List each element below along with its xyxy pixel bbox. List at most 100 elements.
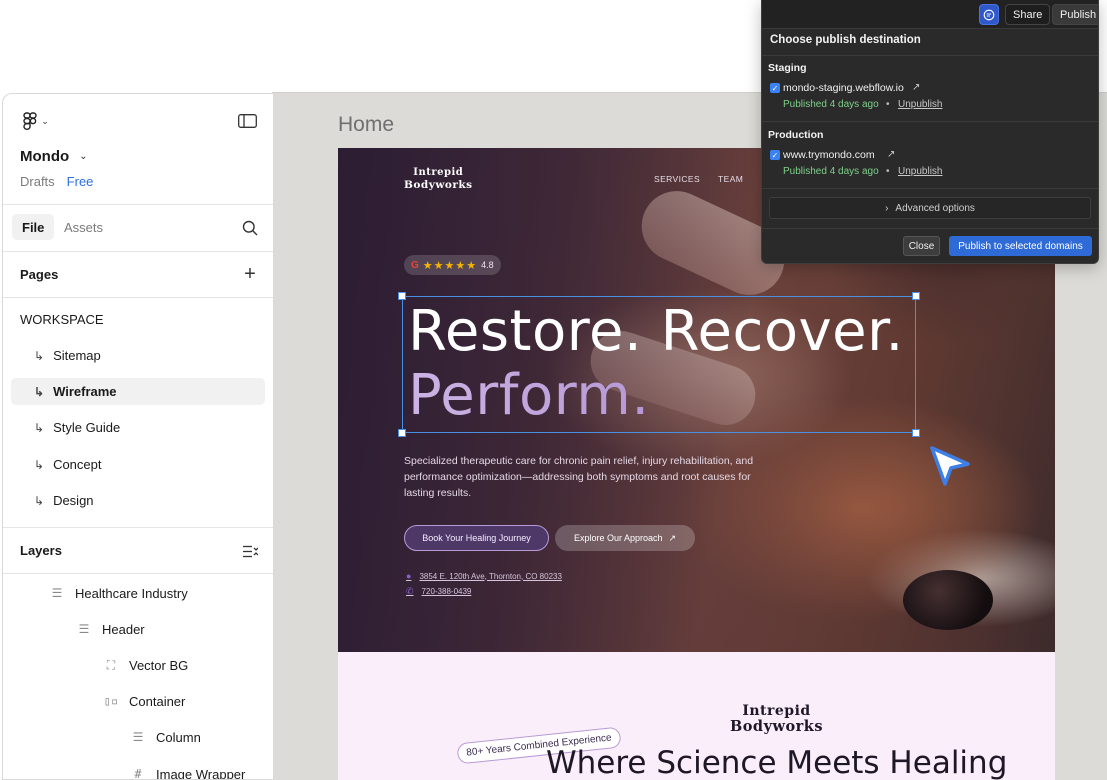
comment-icon — [983, 9, 995, 20]
chevron-right-icon: › — [885, 202, 889, 214]
staging-checkbox[interactable]: ✓ — [770, 83, 780, 93]
address-text: 3854 E. 120th Ave, Thornton, CO 80233 — [419, 571, 562, 581]
publish-button[interactable]: Publish — [1052, 4, 1098, 25]
divider — [3, 297, 273, 298]
page-item-label: Concept — [53, 457, 102, 472]
google-rating-badge: G ★★★★★ 4.8 — [404, 255, 501, 275]
staging-status: Published 4 days ago — [783, 99, 879, 110]
tab-file[interactable]: File — [12, 214, 55, 240]
chevron-down-icon: ⌄ — [41, 115, 49, 126]
search-button[interactable] — [241, 219, 259, 237]
layer-healthcare-industry[interactable]: ☰ Healthcare Industry — [48, 583, 188, 603]
advanced-options-label: Advanced options — [895, 202, 975, 214]
nav-item-services[interactable]: SERVICES — [654, 174, 700, 184]
page-item-label: Design — [53, 493, 94, 508]
project-meta: Drafts Free — [20, 174, 93, 189]
layer-label: Header — [102, 621, 145, 637]
page-item-design[interactable]: ↳ Design — [11, 487, 265, 514]
logo-line-2: Bodyworks — [730, 718, 823, 735]
intro-section: Intrepid Bodyworks 80+ Years Combined Ex… — [338, 652, 1055, 780]
frame-icon: ☰ — [78, 622, 90, 636]
logo-line-1: Intrepid — [413, 167, 464, 178]
comments-button[interactable] — [979, 4, 999, 25]
layer-container[interactable]: ▯▫ Container — [102, 691, 186, 711]
tab-file-label: File — [22, 219, 45, 235]
share-button[interactable]: Share — [1005, 4, 1051, 25]
page-item-label: Sitemap — [53, 348, 101, 363]
nav-item-team[interactable]: TEAM — [718, 174, 743, 184]
divider — [762, 188, 1098, 189]
layers-header: Layers — [20, 543, 62, 558]
layer-label: Column — [156, 729, 201, 745]
page-item-wireframe[interactable]: ↳ Wireframe — [11, 378, 265, 405]
close-button[interactable]: Close — [903, 236, 940, 256]
layer-vector-bg[interactable]: ⛶ Vector BG — [102, 655, 188, 675]
section-logo: Intrepid Bodyworks — [730, 704, 823, 735]
resize-handle-bottom-right[interactable] — [912, 429, 920, 437]
sidebar-icon — [237, 114, 257, 128]
publish-popover: Share Publish Choose publish destination… — [761, 0, 1099, 264]
resize-handle-top-left[interactable] — [398, 292, 406, 300]
frame-icon: ☰ — [132, 730, 144, 744]
frame-icon: ☰ — [51, 586, 63, 600]
search-icon — [242, 220, 258, 236]
divider — [3, 204, 273, 205]
external-link-icon[interactable]: ↗ — [912, 82, 920, 93]
page-item-style-guide[interactable]: ↳ Style Guide — [11, 414, 265, 441]
phone-link[interactable]: ✆ 720-388-0439 — [406, 586, 471, 597]
vector-icon: ⛶ — [106, 657, 116, 672]
google-icon: G — [411, 259, 419, 271]
subpage-arrow-icon: ↳ — [34, 348, 45, 363]
collapse-layers-button[interactable] — [241, 542, 259, 560]
resize-handle-bottom-left[interactable] — [398, 429, 406, 437]
advanced-options-toggle[interactable]: › Advanced options — [769, 197, 1091, 219]
site-logo[interactable]: Intrepid Bodyworks — [404, 168, 473, 191]
arrow-up-right-icon: ↗ — [668, 532, 677, 543]
staging-domain: mondo-staging.webflow.io — [783, 82, 904, 94]
layer-header[interactable]: ☰ Header — [75, 619, 145, 639]
publish-title: Choose publish destination — [770, 34, 921, 46]
production-checkbox[interactable]: ✓ — [770, 150, 780, 160]
rating-value: 4.8 — [481, 260, 494, 270]
pointer-cursor-icon — [930, 446, 970, 486]
add-page-button[interactable]: + — [241, 263, 259, 285]
selection-box[interactable] — [398, 292, 920, 437]
external-link-icon[interactable]: ↗ — [887, 149, 895, 160]
page-item-concept[interactable]: ↳ Concept — [11, 451, 265, 478]
separator-dot: • — [886, 166, 890, 177]
drafts-label: Drafts — [20, 174, 55, 189]
subpage-arrow-icon: ↳ — [34, 384, 45, 399]
tab-assets[interactable]: Assets — [64, 214, 103, 240]
layer-image-wrapper[interactable]: # Image Wrapper — [129, 764, 245, 780]
plan-badge[interactable]: Free — [67, 174, 94, 189]
hero-subtext: Specialized therapeutic care for chronic… — [404, 455, 754, 499]
project-switcher[interactable]: Mondo ⌄ — [20, 148, 88, 165]
production-unpublish-link[interactable]: Unpublish — [898, 166, 942, 177]
resize-handle-top-right[interactable] — [912, 292, 920, 300]
main-menu-button[interactable]: ⌄ — [19, 110, 53, 132]
divider — [762, 228, 1098, 229]
publish-selected-button[interactable]: Publish to selected domains — [949, 236, 1092, 256]
divider — [3, 573, 273, 574]
page-item-label: Style Guide — [53, 420, 121, 435]
subpage-arrow-icon: ↳ — [34, 493, 45, 508]
phone-icon: ✆ — [406, 586, 414, 596]
toggle-sidebar-button[interactable] — [236, 111, 258, 131]
address-link[interactable]: ● 3854 E. 120th Ave, Thornton, CO 80233 — [406, 571, 562, 581]
chevron-down-icon: ⌄ — [79, 151, 88, 162]
page-item-sitemap[interactable]: ↳ Sitemap — [11, 342, 265, 369]
staging-unpublish-link[interactable]: Unpublish — [898, 99, 942, 110]
pages-title: Pages — [20, 267, 59, 282]
layers-title: Layers — [20, 543, 62, 558]
workspace-section: WORKSPACE — [20, 312, 104, 327]
site-nav: SERVICES TEAM — [654, 174, 743, 184]
workspace-label: WORKSPACE — [20, 312, 104, 327]
book-journey-button[interactable]: Book Your Healing Journey — [404, 525, 549, 551]
divider — [3, 527, 273, 528]
explore-approach-button[interactable]: Explore Our Approach ↗ — [555, 525, 695, 551]
subpage-arrow-icon: ↳ — [34, 457, 45, 472]
tab-assets-label: Assets — [64, 219, 104, 235]
staging-header: Staging — [768, 62, 807, 74]
layer-label: Container — [129, 693, 186, 709]
layer-column[interactable]: ☰ Column — [129, 727, 201, 747]
